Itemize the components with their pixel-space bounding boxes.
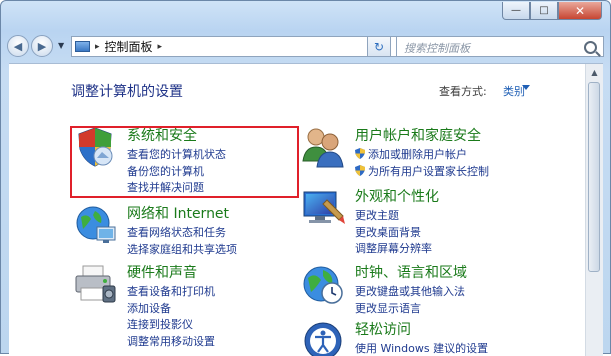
category-links: 添加或删除用户帐户 为所有用户设置家长控制: [355, 147, 489, 180]
view-by-arrow-icon[interactable]: [522, 85, 530, 90]
link-change-keyboard[interactable]: 更改键盘或其他输入法: [355, 284, 465, 301]
link-change-background[interactable]: 更改桌面背景: [355, 225, 432, 242]
link-label[interactable]: 添加或删除用户帐户: [368, 148, 467, 161]
vertical-scrollbar[interactable]: ▲: [585, 64, 603, 356]
category-title[interactable]: 用户帐户和家庭安全: [355, 125, 481, 145]
category-links: 更改主题 更改桌面背景 调整屏幕分辨率: [355, 208, 432, 258]
search-input[interactable]: [402, 39, 576, 58]
control-panel-content: 调整计算机的设置 查看方式: 类别 系统和安全 查看您的计算机状态 备份您的计算…: [9, 63, 603, 356]
link-parental-controls[interactable]: 为所有用户设置家长控制: [355, 164, 489, 181]
link-change-display-language[interactable]: 更改显示语言: [355, 301, 465, 318]
appearance-icon[interactable]: [301, 186, 345, 230]
link-change-theme[interactable]: 更改主题: [355, 208, 432, 225]
category-title[interactable]: 轻松访问: [355, 319, 411, 339]
uac-shield-icon: [355, 148, 365, 159]
link-mobility-settings[interactable]: 调整常用移动设置: [127, 334, 215, 351]
category-links: 查看网络状态和任务 选择家庭组和共享选项: [127, 225, 237, 258]
breadcrumb-separator-icon[interactable]: ▸: [95, 42, 100, 52]
network-icon[interactable]: [73, 203, 117, 247]
highlight-box: [70, 126, 299, 198]
breadcrumb-control-panel[interactable]: 控制面板: [105, 38, 153, 55]
navigation-bar: ◀ ▶ ▼ ▸ 控制面板 ▸ ▼ ↻: [7, 32, 606, 60]
category-title[interactable]: 时钟、语言和区域: [355, 262, 467, 282]
search-box[interactable]: [396, 36, 604, 58]
link-homegroup-sharing[interactable]: 选择家庭组和共享选项: [127, 242, 237, 259]
control-panel-icon: [75, 41, 90, 52]
link-connect-projector[interactable]: 连接到投影仪: [127, 317, 215, 334]
users-icon[interactable]: [301, 125, 345, 169]
refresh-button[interactable]: ↻: [367, 36, 391, 57]
view-by-label: 查看方式:: [439, 85, 487, 98]
forward-arrow-icon: ▶: [37, 39, 47, 53]
link-add-remove-accounts[interactable]: 添加或删除用户帐户: [355, 147, 489, 164]
link-network-status[interactable]: 查看网络状态和任务: [127, 225, 237, 242]
printer-icon[interactable]: [73, 262, 117, 306]
link-screen-resolution[interactable]: 调整屏幕分辨率: [355, 241, 432, 258]
globe-clock-icon[interactable]: [301, 262, 345, 306]
scroll-thumb[interactable]: [588, 82, 600, 272]
refresh-icon: ↻: [373, 39, 385, 54]
back-arrow-icon: ◀: [13, 39, 23, 53]
scroll-up-icon[interactable]: ▲: [586, 64, 603, 81]
forward-button[interactable]: ▶: [31, 35, 53, 57]
window-frame: — □ ✕ ◀ ▶ ▼ ▸ 控制面板 ▸ ▼ ↻ 调整计算机的设置 查看方式: …: [0, 0, 611, 356]
link-add-device[interactable]: 添加设备: [127, 301, 215, 318]
search-icon[interactable]: [584, 41, 597, 54]
ease-of-access-icon[interactable]: [301, 319, 345, 356]
link-label[interactable]: 为所有用户设置家长控制: [368, 165, 489, 178]
link-devices-printers[interactable]: 查看设备和打印机: [127, 284, 215, 301]
category-links: 查看设备和打印机 添加设备 连接到投影仪 调整常用移动设置: [127, 284, 215, 350]
close-button[interactable]: ✕: [558, 2, 602, 20]
category-title[interactable]: 硬件和声音: [127, 262, 197, 282]
recent-pages-dropdown[interactable]: ▼: [58, 41, 64, 50]
category-links: 更改键盘或其他输入法 更改显示语言: [355, 284, 465, 317]
page-title: 调整计算机的设置: [71, 84, 183, 100]
category-title[interactable]: 网络和 Internet: [127, 203, 229, 223]
category-title[interactable]: 外观和个性化: [355, 186, 439, 206]
back-button[interactable]: ◀: [7, 35, 29, 57]
maximize-button[interactable]: □: [530, 2, 558, 20]
caption-buttons: — □ ✕: [502, 2, 602, 20]
breadcrumb-separator-icon[interactable]: ▸: [158, 42, 163, 52]
uac-shield-icon: [355, 164, 365, 176]
minimize-button[interactable]: —: [502, 2, 530, 20]
